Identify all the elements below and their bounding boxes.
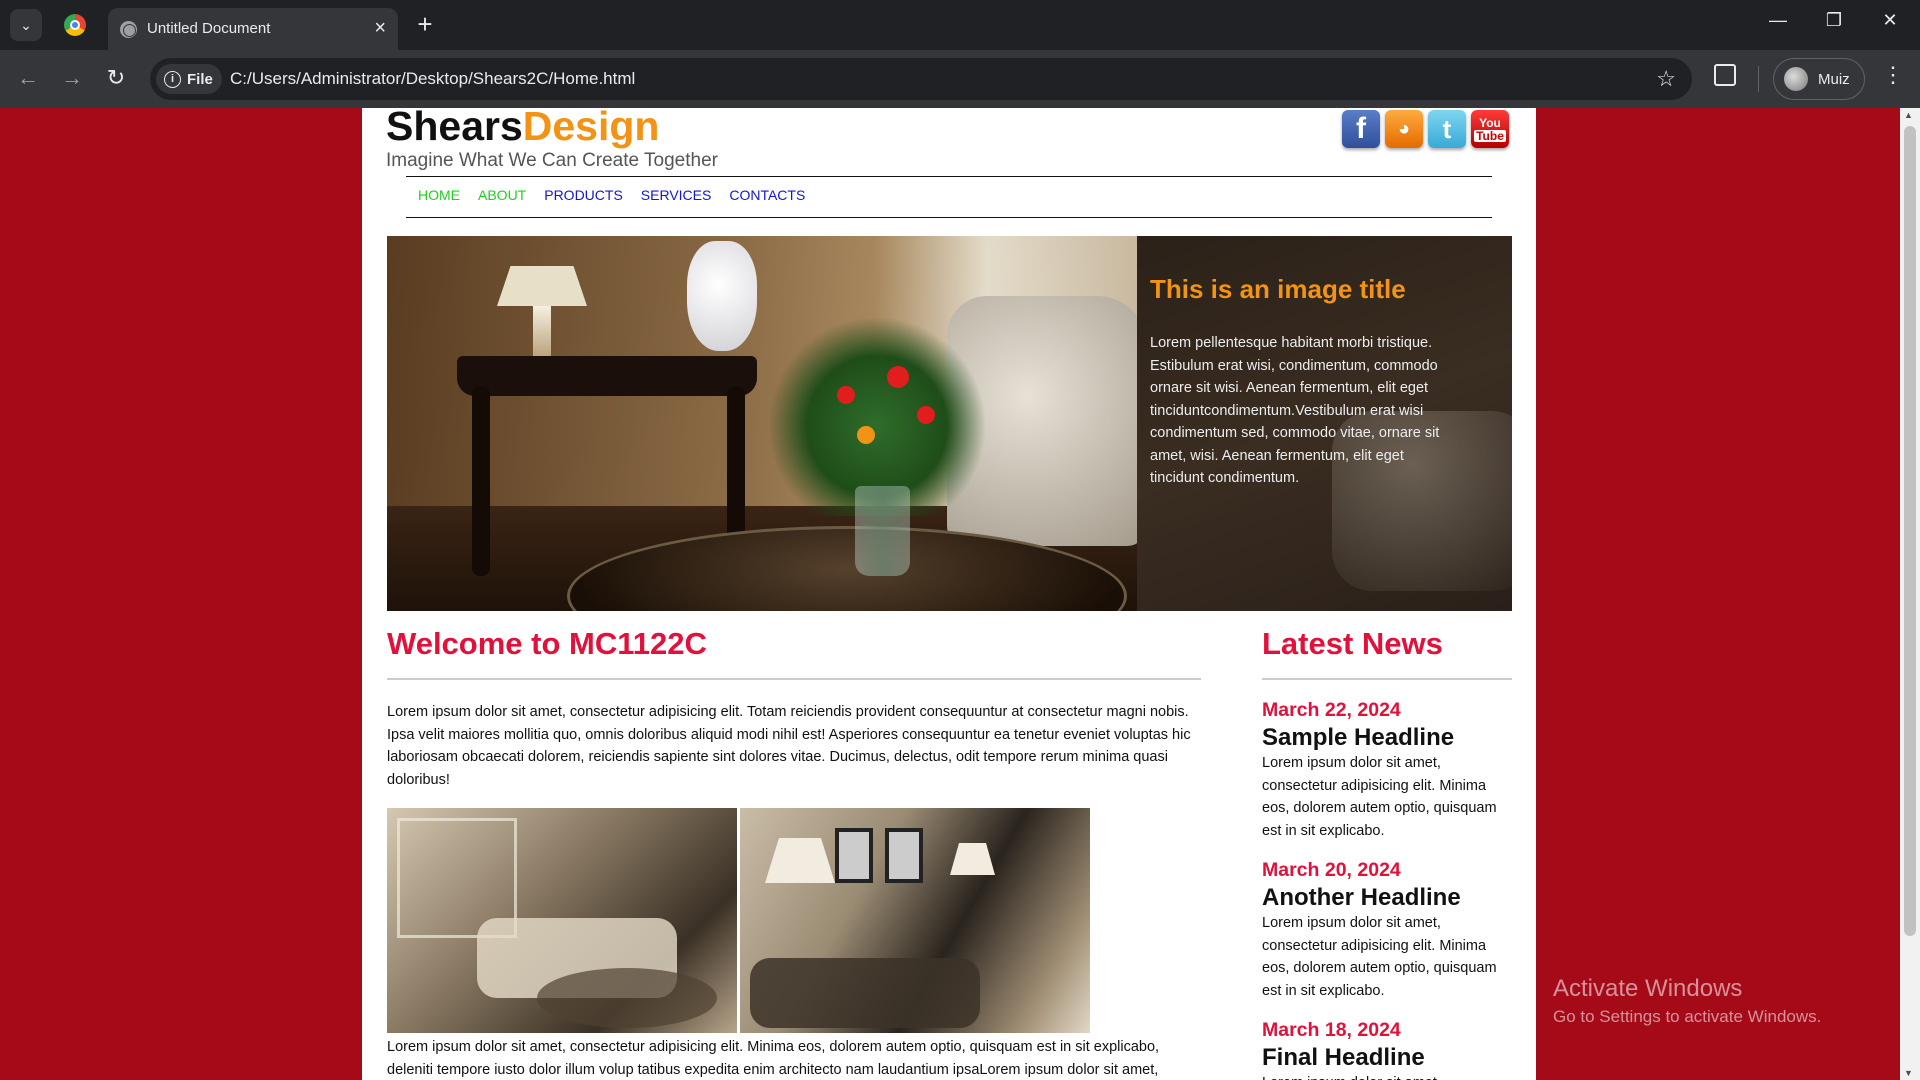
facebook-icon[interactable]: f xyxy=(1342,110,1380,148)
minimize-button[interactable]: — xyxy=(1758,10,1798,31)
youtube-label-top: You xyxy=(1479,115,1501,130)
intro-paragraph: Lorem ipsum dolor sit amet, consectetur … xyxy=(387,704,1191,788)
tab-strip: ⌄ Untitled Document × + — ❐ ✕ xyxy=(0,0,1920,50)
globe-icon xyxy=(120,21,137,38)
info-icon: i xyxy=(164,70,181,88)
site-info-chip[interactable]: i File xyxy=(156,64,222,94)
scroll-down-icon[interactable]: ▼ xyxy=(1904,1068,1913,1078)
news-rule xyxy=(1262,678,1512,680)
url-text[interactable]: C:/Users/Administrator/Desktop/Shears2C/… xyxy=(230,69,635,89)
youtube-label-bottom: Tube xyxy=(1474,128,1506,143)
main-nav: HOME ABOUT PRODUCTS SERVICES CONTACTS xyxy=(418,187,823,203)
logo-part-shears: Shears xyxy=(386,108,523,149)
restore-button[interactable]: ❐ xyxy=(1814,10,1854,31)
nav-about[interactable]: ABOUT xyxy=(478,187,526,203)
page-container: ShearsDesign Imagine What We Can Create … xyxy=(362,108,1536,1080)
hero-caption-text: Lorem pellentesque habitant morbi tristi… xyxy=(1150,335,1440,486)
twitter-icon[interactable]: t xyxy=(1428,110,1466,148)
forward-arrow-icon[interactable]: → xyxy=(58,65,86,91)
scrollbar-thumb[interactable] xyxy=(1904,126,1916,936)
news-headline[interactable]: Sample Headline xyxy=(1262,724,1522,752)
welcome-rule xyxy=(387,678,1201,680)
page-viewport: ShearsDesign Imagine What We Can Create … xyxy=(0,108,1920,1080)
news-item: March 18, 2024 Final Headline Lorem ipsu… xyxy=(1262,1019,1522,1080)
rss-icon[interactable]: ◕ xyxy=(1385,110,1423,148)
toolbar-divider xyxy=(1758,66,1759,92)
watermark-title: Activate Windows xyxy=(1553,975,1743,1002)
body-paragraph: Lorem ipsum dolor sit amet, consectetur … xyxy=(387,1039,1160,1078)
site-info-label: File xyxy=(187,70,213,88)
reload-icon[interactable]: ↻ xyxy=(102,65,130,91)
news-item: March 22, 2024 Sample Headline Lorem ips… xyxy=(1262,699,1522,842)
chevron-down-icon: ⌄ xyxy=(20,16,32,33)
news-date: March 22, 2024 xyxy=(1262,699,1401,721)
watermark-subtitle: Go to Settings to activate Windows. xyxy=(1553,1007,1822,1026)
more-menu-icon[interactable]: ⋮ xyxy=(1882,64,1904,86)
news-summary: Lorem ipsum dolor sit amet, consectetur … xyxy=(1262,755,1497,839)
living-room-photo-2 xyxy=(740,808,1090,1033)
news-date: March 18, 2024 xyxy=(1262,1019,1401,1041)
profile-button[interactable]: Muiz xyxy=(1773,58,1865,100)
nav-services[interactable]: SERVICES xyxy=(641,187,712,203)
avatar xyxy=(1784,67,1808,91)
nav-top-rule xyxy=(406,176,1492,177)
windows-activation-watermark: Activate Windows Go to Settings to activ… xyxy=(1553,975,1821,1027)
new-tab-button[interactable]: + xyxy=(410,10,440,38)
logo-part-design: Design xyxy=(522,108,660,149)
hero-image xyxy=(387,236,1147,611)
youtube-icon[interactable]: You Tube xyxy=(1471,110,1509,148)
scroll-up-icon[interactable]: ▲ xyxy=(1904,110,1913,120)
nav-contacts[interactable]: CONTACTS xyxy=(729,187,805,203)
profile-name: Muiz xyxy=(1818,70,1850,88)
welcome-heading: Welcome to MC1122C xyxy=(387,626,707,661)
address-bar[interactable]: i File C:/Users/Administrator/Desktop/Sh… xyxy=(150,58,1692,100)
hero-caption: This is an image title Lorem pellentesqu… xyxy=(1137,236,1512,611)
site-tagline: Imagine What We Can Create Together xyxy=(386,150,718,171)
news-heading: Latest News xyxy=(1262,626,1443,661)
back-arrow-icon[interactable]: ← xyxy=(14,65,42,91)
chrome-icon[interactable] xyxy=(64,14,86,36)
browser-toolbar: ← → ↻ i File C:/Users/Administrator/Desk… xyxy=(0,50,1920,108)
tab-title: Untitled Document xyxy=(147,20,271,37)
vertical-scrollbar[interactable]: ▲ ▼ xyxy=(1900,108,1920,1080)
news-date: March 20, 2024 xyxy=(1262,859,1401,881)
living-room-photo-1 xyxy=(387,808,737,1033)
site-logo[interactable]: ShearsDesign xyxy=(386,108,659,150)
hero-caption-title: This is an image title xyxy=(1150,274,1406,304)
nav-products[interactable]: PRODUCTS xyxy=(544,187,623,203)
nav-home[interactable]: HOME xyxy=(418,187,460,203)
close-window-button[interactable]: ✕ xyxy=(1870,10,1910,31)
extensions-puzzle-icon[interactable] xyxy=(1714,64,1736,86)
news-headline[interactable]: Final Headline xyxy=(1262,1044,1522,1072)
news-item: March 20, 2024 Another Headline Lorem ip… xyxy=(1262,859,1522,1002)
nav-bottom-rule xyxy=(406,217,1492,218)
browser-tab[interactable]: Untitled Document × xyxy=(108,8,398,50)
hero-slider: This is an image title Lorem pellentesqu… xyxy=(387,236,1512,611)
bookmark-star-icon[interactable]: ☆ xyxy=(1656,66,1676,92)
news-summary: Lorem ipsum dolor sit amet, consectetur … xyxy=(1262,1072,1512,1080)
close-tab-icon[interactable]: × xyxy=(374,17,386,39)
tab-search-button[interactable]: ⌄ xyxy=(10,9,42,41)
news-headline[interactable]: Another Headline xyxy=(1262,884,1522,912)
news-summary: Lorem ipsum dolor sit amet, consectetur … xyxy=(1262,915,1497,999)
